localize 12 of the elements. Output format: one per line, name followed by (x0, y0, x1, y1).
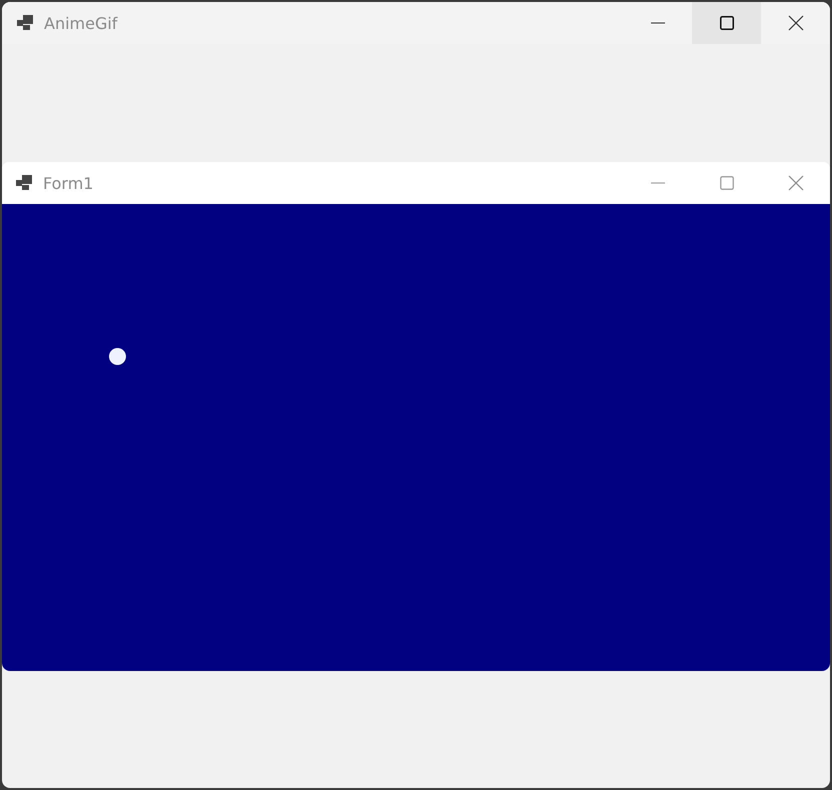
close-icon (788, 175, 804, 191)
app-icon (16, 175, 34, 191)
window-title: Form1 (43, 174, 94, 192)
minimize-icon (650, 182, 664, 184)
minimize-icon (650, 22, 664, 24)
maximize-icon (720, 16, 734, 30)
maximize-icon (720, 176, 734, 190)
ball (109, 348, 126, 365)
maximize-button[interactable] (692, 2, 761, 44)
window-title: AnimeGif (44, 14, 118, 32)
close-icon (788, 15, 804, 31)
app-icon (17, 15, 35, 31)
